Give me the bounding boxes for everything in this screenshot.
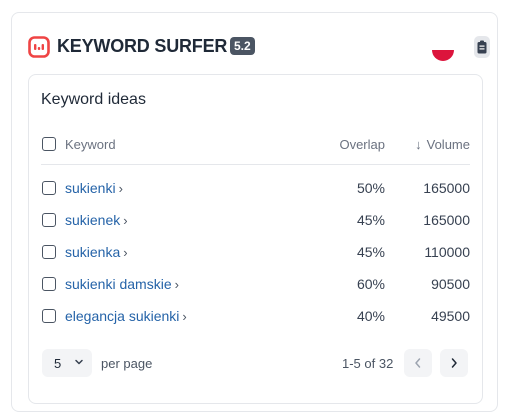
volume-value: 165000	[423, 212, 470, 228]
panel-header: KEYWORD SURFER 5.2	[28, 33, 490, 61]
table-row: sukienki › 50% 165000	[29, 179, 482, 211]
header-divider	[41, 164, 470, 165]
row-checkbox[interactable]	[42, 245, 56, 259]
column-header-overlap[interactable]: Overlap	[339, 137, 385, 152]
keyword-ideas-card: Keyword ideas Keyword Overlap ↓ Volume su…	[28, 74, 483, 404]
overlap-value: 45%	[356, 244, 385, 260]
keyword-surfer-logo-icon	[28, 36, 50, 58]
keyword-text: sukienki	[65, 180, 116, 196]
volume-value: 49500	[431, 308, 470, 324]
overlap-value: 40%	[356, 308, 385, 324]
poland-flag-icon[interactable]	[432, 39, 454, 61]
chevron-right-icon: ›	[123, 213, 128, 228]
pagination-range: 1-5 of 32	[342, 356, 394, 371]
row-checkbox[interactable]	[42, 309, 56, 323]
chevron-left-icon	[415, 358, 421, 368]
column-header-volume-label: Volume	[426, 137, 470, 152]
row-checkbox[interactable]	[42, 213, 56, 227]
chevron-right-icon: ›	[123, 245, 128, 260]
keyword-link[interactable]: sukienki damskie ›	[65, 275, 179, 294]
keyword-text: sukienek	[65, 212, 121, 228]
per-page-select[interactable]: 5	[42, 349, 92, 377]
overlap-value: 60%	[356, 276, 385, 292]
version-badge: 5.2	[230, 37, 255, 55]
sort-down-icon: ↓	[415, 137, 422, 152]
clipboard-icon[interactable]	[474, 36, 490, 58]
select-all-checkbox[interactable]	[42, 137, 56, 151]
table-row: sukienka › 45% 110000	[29, 243, 482, 275]
chevron-right-icon: ›	[174, 277, 179, 292]
previous-page-button[interactable]	[404, 349, 432, 377]
volume-value: 90500	[431, 276, 470, 292]
row-checkbox[interactable]	[42, 181, 56, 195]
keyword-link[interactable]: sukienek ›	[65, 211, 128, 230]
card-title: Keyword ideas	[41, 91, 146, 108]
overlap-value: 50%	[356, 180, 385, 196]
keyword-link[interactable]: sukienka ›	[65, 243, 128, 262]
column-header-volume[interactable]: ↓ Volume	[415, 137, 470, 152]
table-row: sukienki damskie › 60% 90500	[29, 275, 482, 307]
volume-value: 165000	[423, 180, 470, 196]
chevron-right-icon: ›	[118, 181, 123, 196]
row-checkbox[interactable]	[42, 277, 56, 291]
table-row: elegancja sukienki › 40% 49500	[29, 307, 482, 339]
keyword-text: sukienki damskie	[65, 276, 172, 292]
table-row: sukienek › 45% 165000	[29, 211, 482, 243]
chevron-right-icon	[451, 358, 457, 368]
brand-title: KEYWORD SURFER	[57, 36, 228, 56]
pagination-footer: 5 per page 1-5 of 32	[29, 349, 482, 379]
keyword-text: sukienka	[65, 244, 121, 260]
chevron-right-icon: ›	[182, 309, 187, 324]
per-page-value: 5	[54, 356, 62, 371]
overlap-value: 45%	[356, 212, 385, 228]
column-header-keyword[interactable]: Keyword	[65, 137, 116, 152]
keyword-link[interactable]: sukienki ›	[65, 179, 123, 198]
per-page-label: per page	[101, 356, 153, 371]
volume-value: 110000	[424, 244, 470, 260]
next-page-button[interactable]	[440, 349, 468, 377]
chevron-down-icon	[75, 359, 83, 365]
keyword-text: elegancja sukienki	[65, 308, 180, 324]
keyword-surfer-panel: KEYWORD SURFER 5.2 Keyword ideas Keyword…	[11, 12, 498, 412]
keyword-link[interactable]: elegancja sukienki ›	[65, 307, 187, 326]
